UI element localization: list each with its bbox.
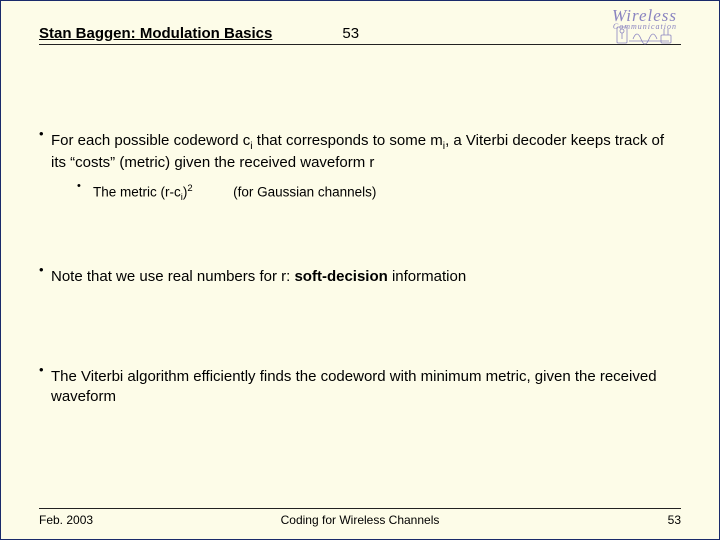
footer-rule [39, 508, 681, 509]
footer-title: Coding for Wireless Channels [39, 513, 681, 527]
bullet-item-2: Note that we use real numbers for r: sof… [39, 267, 681, 287]
brand-logo-icon [615, 23, 675, 49]
bullet-3-text: The Viterbi algorithm efficiently finds … [51, 368, 657, 405]
header-title: Stan Baggen: Modulation Basics [39, 25, 272, 42]
slide-content: For each possible codeword ci that corre… [39, 131, 681, 408]
bullet-item-3: The Viterbi algorithm efficiently finds … [39, 367, 681, 408]
bullet-2-text: Note that we use real numbers for r: sof… [51, 268, 466, 285]
bullet-sub-item-1: The metric (r-ci)2 (for Gaussian channel… [63, 183, 681, 204]
bullet-item-1: For each possible codeword ci that corre… [39, 131, 681, 205]
slide-footer: Feb. 2003 Coding for Wireless Channels 5… [39, 513, 681, 527]
header-page-number: 53 [342, 25, 359, 42]
bullet-1-text: For each possible codeword ci that corre… [51, 132, 664, 171]
slide-header: Stan Baggen: Modulation Basics 53 [39, 25, 681, 45]
